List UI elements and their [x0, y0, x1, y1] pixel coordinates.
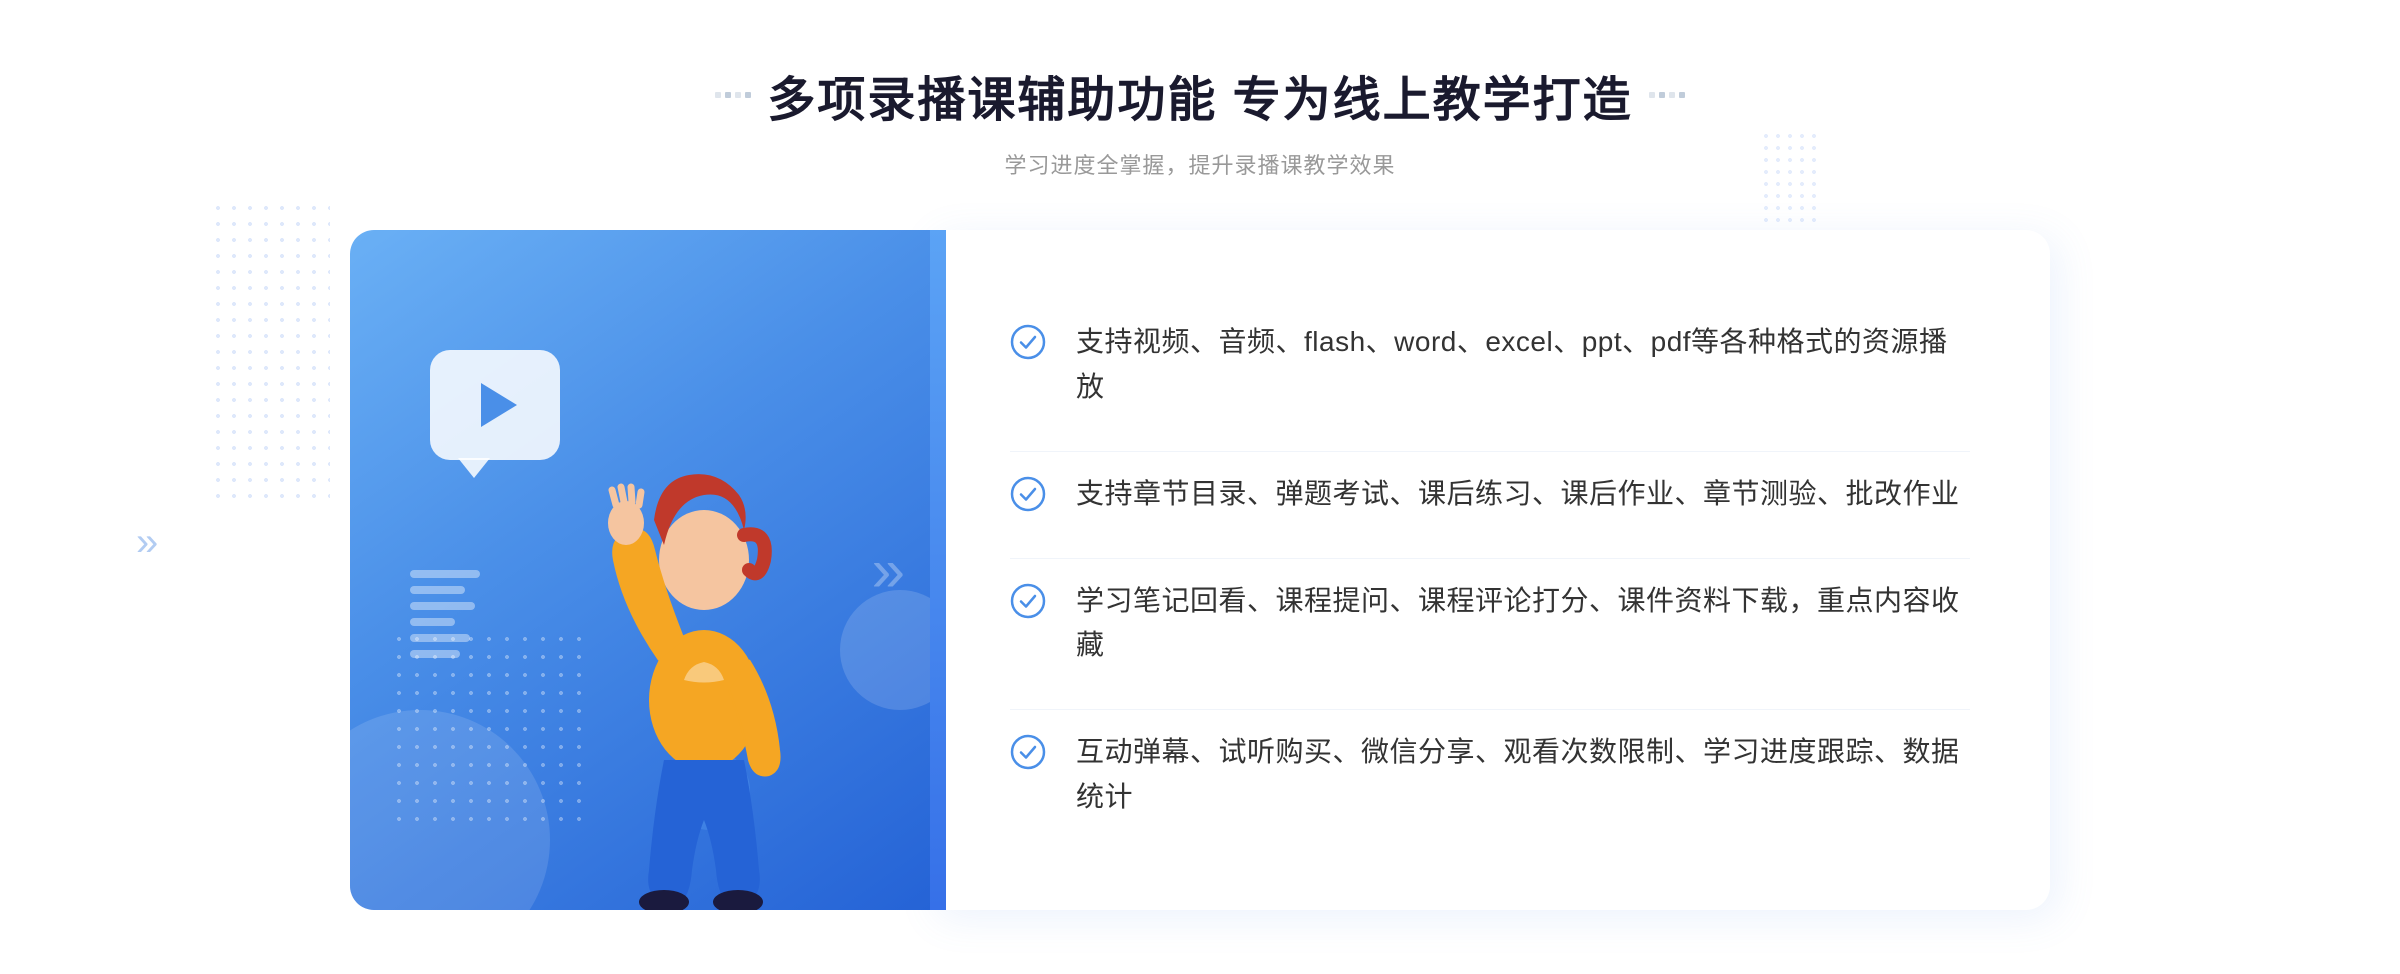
check-icon-4 — [1010, 734, 1046, 770]
feature-text-3: 学习笔记回看、课程提问、课程评论打分、课件资料下载，重点内容收藏 — [1076, 579, 1970, 669]
page-wrapper: » 多项录播课辅助功能 专为线上教学打造 学习进度全掌握，提升录播课教学效果 » — [0, 0, 2400, 974]
page-header: 多项录播课辅助功能 专为线上教学打造 学习进度全掌握，提升录播课教学效果 — [715, 60, 1684, 180]
title-row: 多项录播课辅助功能 专为线上教学打造 — [715, 60, 1684, 130]
check-icon-3 — [1010, 583, 1046, 619]
dots-decoration-left — [210, 200, 330, 500]
title-decoration-left — [715, 92, 751, 98]
page-title: 多项录播课辅助功能 专为线上教学打造 — [767, 60, 1632, 130]
illustration-card: » — [350, 230, 930, 910]
illus-chevron-icon: » — [872, 536, 890, 605]
stripe-2 — [410, 586, 465, 594]
feature-text-4: 互动弹幕、试听购买、微信分享、观看次数限制、学习进度跟踪、数据统计 — [1076, 730, 1970, 820]
feature-item-3: 学习笔记回看、课程提问、课程评论打分、课件资料下载，重点内容收藏 — [1010, 558, 1970, 689]
accent-bar — [930, 230, 946, 910]
feature-item-1: 支持视频、音频、flash、word、excel、ppt、pdf等各种格式的资源… — [1010, 300, 1970, 430]
check-icon-2 — [1010, 476, 1046, 512]
feature-item-2: 支持章节目录、弹题考试、课后练习、课后作业、章节测验、批改作业 — [1010, 451, 1970, 537]
page-subtitle: 学习进度全掌握，提升录播课教学效果 — [715, 148, 1684, 180]
play-bubble — [430, 350, 560, 460]
chevron-left-decoration: » — [136, 520, 148, 565]
stripe-1 — [410, 570, 480, 578]
feature-item-4: 互动弹幕、试听购买、微信分享、观看次数限制、学习进度跟踪、数据统计 — [1010, 709, 1970, 840]
stripe-5 — [410, 634, 470, 642]
stripe-4 — [410, 618, 455, 626]
person-illustration — [544, 390, 864, 910]
content-area: » — [350, 230, 2050, 910]
title-decoration-right — [1649, 92, 1685, 98]
feature-text-2: 支持章节目录、弹题考试、课后练习、课后作业、章节测验、批改作业 — [1076, 472, 1960, 517]
stripe-3 — [410, 602, 475, 610]
dots-decoration-right — [1760, 130, 1820, 230]
features-card: 支持视频、音频、flash、word、excel、ppt、pdf等各种格式的资源… — [930, 230, 2050, 910]
play-icon — [481, 383, 517, 427]
stripes-decoration — [410, 570, 480, 690]
stripe-6 — [410, 650, 460, 658]
feature-text-1: 支持视频、音频、flash、word、excel、ppt、pdf等各种格式的资源… — [1076, 320, 1970, 410]
check-icon-1 — [1010, 324, 1046, 360]
